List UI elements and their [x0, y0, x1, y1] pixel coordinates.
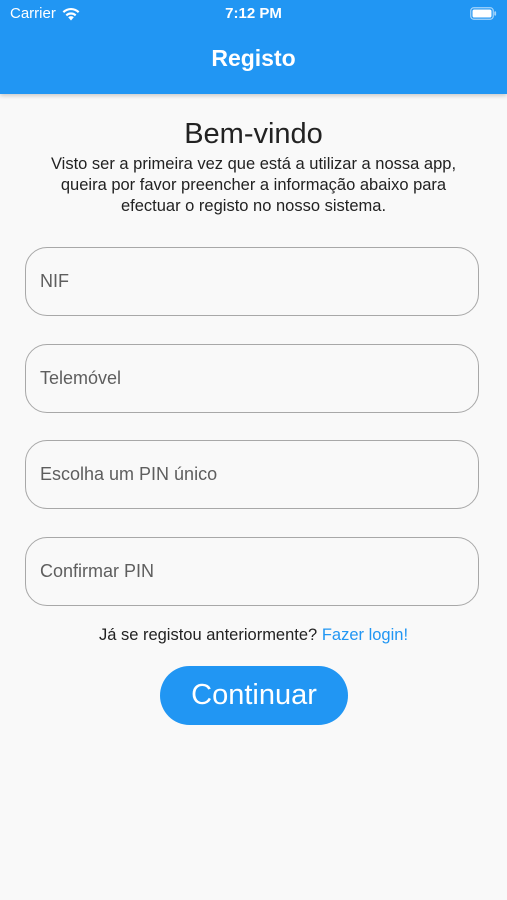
login-prompt-text: Já se registou anteriormente?	[98, 626, 318, 644]
login-prompt-row: Já se registou anteriormente? Fazer logi…	[0, 626, 507, 645]
nif-input[interactable]	[26, 248, 478, 315]
phone-field[interactable]	[25, 344, 479, 413]
welcome-line-1: Visto ser a primeira vez que está a util…	[50, 155, 457, 173]
welcome-description: Visto ser a primeira vez que está a util…	[20, 154, 487, 217]
login-link[interactable]: Fazer login!	[322, 626, 408, 644]
confirm-pin-field[interactable]	[25, 537, 479, 606]
pin-input[interactable]	[26, 441, 478, 508]
nif-field[interactable]	[25, 247, 479, 316]
confirm-pin-input[interactable]	[26, 538, 478, 605]
battery-icon	[470, 7, 497, 20]
status-bar: Carrier 7:12 PM	[0, 0, 507, 28]
welcome-line-3: efectuar o registo no nosso sistema.	[120, 197, 387, 215]
phone-input[interactable]	[26, 345, 478, 412]
welcome-title: Bem-vindo	[184, 118, 323, 150]
app-bar: Carrier 7:12 PM Registo	[0, 0, 507, 94]
status-time: 7:12 PM	[225, 5, 282, 22]
page-title: Registo	[211, 45, 296, 71]
pin-field[interactable]	[25, 440, 479, 509]
welcome-line-2: queira por favor preencher a informação …	[60, 176, 447, 194]
continue-button[interactable]: Continuar	[160, 666, 348, 725]
